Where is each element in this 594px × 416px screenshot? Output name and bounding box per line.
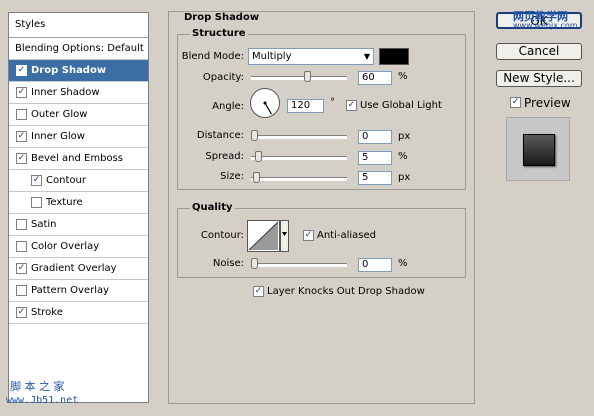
use-global-light-label: Use Global Light xyxy=(360,100,442,111)
style-item-inner-glow[interactable]: Inner Glow xyxy=(9,126,148,148)
style-item-label: Stroke xyxy=(31,307,63,318)
style-item-label: Outer Glow xyxy=(31,109,88,120)
style-item-label: Satin xyxy=(31,219,57,230)
style-checkbox[interactable] xyxy=(16,131,27,142)
style-item-stroke[interactable]: Stroke xyxy=(9,302,148,324)
angle-input[interactable]: 120 xyxy=(287,99,324,113)
style-checkbox[interactable] xyxy=(16,219,27,230)
noise-input[interactable]: 0 xyxy=(358,258,392,272)
size-slider-thumb[interactable] xyxy=(252,172,260,183)
watermark-bottom-cn: 脚 本 之 家 xyxy=(10,380,65,393)
styles-list: Styles Blending Options: Default Drop Sha… xyxy=(8,12,149,403)
size-label: Size: xyxy=(220,171,244,182)
preview-checkbox[interactable] xyxy=(510,97,521,108)
angle-dial-icon xyxy=(250,88,280,118)
layer-knocks-checkbox[interactable] xyxy=(253,286,264,297)
style-item-bevel-and-emboss[interactable]: Bevel and Emboss xyxy=(9,148,148,170)
cancel-button[interactable]: Cancel xyxy=(496,43,582,60)
style-checkbox[interactable] xyxy=(31,175,42,186)
noise-slider-track[interactable] xyxy=(251,263,347,267)
noise-label: Noise: xyxy=(212,258,244,269)
style-item-texture[interactable]: Texture xyxy=(9,192,148,214)
size-input[interactable]: 5 xyxy=(358,171,392,185)
style-checkbox[interactable] xyxy=(16,263,27,274)
style-item-drop-shadow[interactable]: Drop Shadow xyxy=(9,60,148,82)
distance-unit: px xyxy=(398,131,411,142)
new-style-button[interactable]: New Style... xyxy=(496,70,582,87)
distance-slider-track[interactable] xyxy=(251,135,347,139)
distance-input[interactable]: 0 xyxy=(358,130,392,144)
style-checkbox[interactable] xyxy=(16,241,27,252)
structure-title: Structure xyxy=(190,28,248,39)
degree-unit: ° xyxy=(330,97,335,108)
spread-slider-thumb[interactable] xyxy=(255,151,263,162)
opacity-input[interactable]: 60 xyxy=(358,71,392,85)
spread-label: Spread: xyxy=(205,151,244,162)
shadow-color-swatch[interactable] xyxy=(379,48,409,65)
anti-aliased-label: Anti-aliased xyxy=(317,230,377,241)
use-global-light-checkbox[interactable] xyxy=(346,100,357,111)
style-item-blending-options-default[interactable]: Blending Options: Default xyxy=(9,38,148,60)
styles-header[interactable]: Styles xyxy=(9,13,148,38)
style-item-label: Gradient Overlay xyxy=(31,263,117,274)
style-item-label: Texture xyxy=(46,197,83,208)
contour-label: Contour: xyxy=(200,230,244,241)
style-item-inner-shadow[interactable]: Inner Shadow xyxy=(9,82,148,104)
style-checkbox[interactable] xyxy=(16,109,27,120)
style-item-color-overlay[interactable]: Color Overlay xyxy=(9,236,148,258)
spread-slider-track[interactable] xyxy=(251,156,347,160)
contour-curve-icon xyxy=(247,220,289,252)
noise-unit: % xyxy=(398,258,408,269)
size-slider-track[interactable] xyxy=(251,177,347,181)
style-item-label: Pattern Overlay xyxy=(31,285,110,296)
distance-label: Distance: xyxy=(196,130,244,141)
style-item-label: Bevel and Emboss xyxy=(31,153,123,164)
preview-swatch xyxy=(523,134,555,166)
style-item-contour[interactable]: Contour xyxy=(9,170,148,192)
style-items: Blending Options: Default Drop Shadow Inne… xyxy=(9,38,148,324)
watermark-top-url: www.webjx.com xyxy=(513,21,578,30)
style-checkbox[interactable] xyxy=(16,87,27,98)
style-checkbox[interactable] xyxy=(16,285,27,296)
opacity-label: Opacity: xyxy=(202,72,244,83)
layer-knocks-label: Layer Knocks Out Drop Shadow xyxy=(267,286,425,297)
distance-slider-thumb[interactable] xyxy=(251,130,258,141)
opacity-unit: % xyxy=(398,71,408,82)
opacity-slider-thumb[interactable] xyxy=(304,71,312,82)
blend-mode-select[interactable]: Multiply ▼ xyxy=(248,48,374,65)
opacity-slider-track[interactable] xyxy=(251,76,347,80)
blend-mode-value: Multiply xyxy=(252,51,292,62)
noise-slider-thumb[interactable] xyxy=(251,258,258,269)
style-item-label: Blending Options: Default xyxy=(15,43,144,54)
preview-label: Preview xyxy=(524,96,571,110)
anti-aliased-checkbox[interactable] xyxy=(303,230,314,241)
blend-mode-label: Blend Mode: xyxy=(181,51,244,62)
angle-dial[interactable] xyxy=(249,87,281,119)
style-item-label: Inner Glow xyxy=(31,131,85,142)
style-item-label: Drop Shadow xyxy=(31,65,107,76)
style-checkbox[interactable] xyxy=(16,65,27,76)
style-item-gradient-overlay[interactable]: Gradient Overlay xyxy=(9,258,148,280)
preview-thumbnail xyxy=(506,117,570,181)
chevron-down-icon: ▼ xyxy=(363,52,370,61)
style-checkbox[interactable] xyxy=(31,197,42,208)
quality-title: Quality xyxy=(190,202,235,213)
style-item-pattern-overlay[interactable]: Pattern Overlay xyxy=(9,280,148,302)
shadow-color-fill xyxy=(380,49,408,64)
spread-unit: % xyxy=(398,151,408,162)
style-item-label: Color Overlay xyxy=(31,241,100,252)
style-item-label: Inner Shadow xyxy=(31,87,100,98)
style-item-satin[interactable]: Satin xyxy=(9,214,148,236)
size-unit: px xyxy=(398,172,411,183)
style-item-label: Contour xyxy=(46,175,86,186)
drop-shadow-title: Drop Shadow xyxy=(182,12,262,23)
style-checkbox[interactable] xyxy=(16,307,27,318)
angle-label: Angle: xyxy=(212,101,244,112)
watermark-bottom-url: www.Jb51.net xyxy=(6,395,79,406)
spread-input[interactable]: 5 xyxy=(358,151,392,165)
style-item-outer-glow[interactable]: Outer Glow xyxy=(9,104,148,126)
style-checkbox[interactable] xyxy=(16,153,27,164)
contour-picker[interactable] xyxy=(247,220,289,252)
